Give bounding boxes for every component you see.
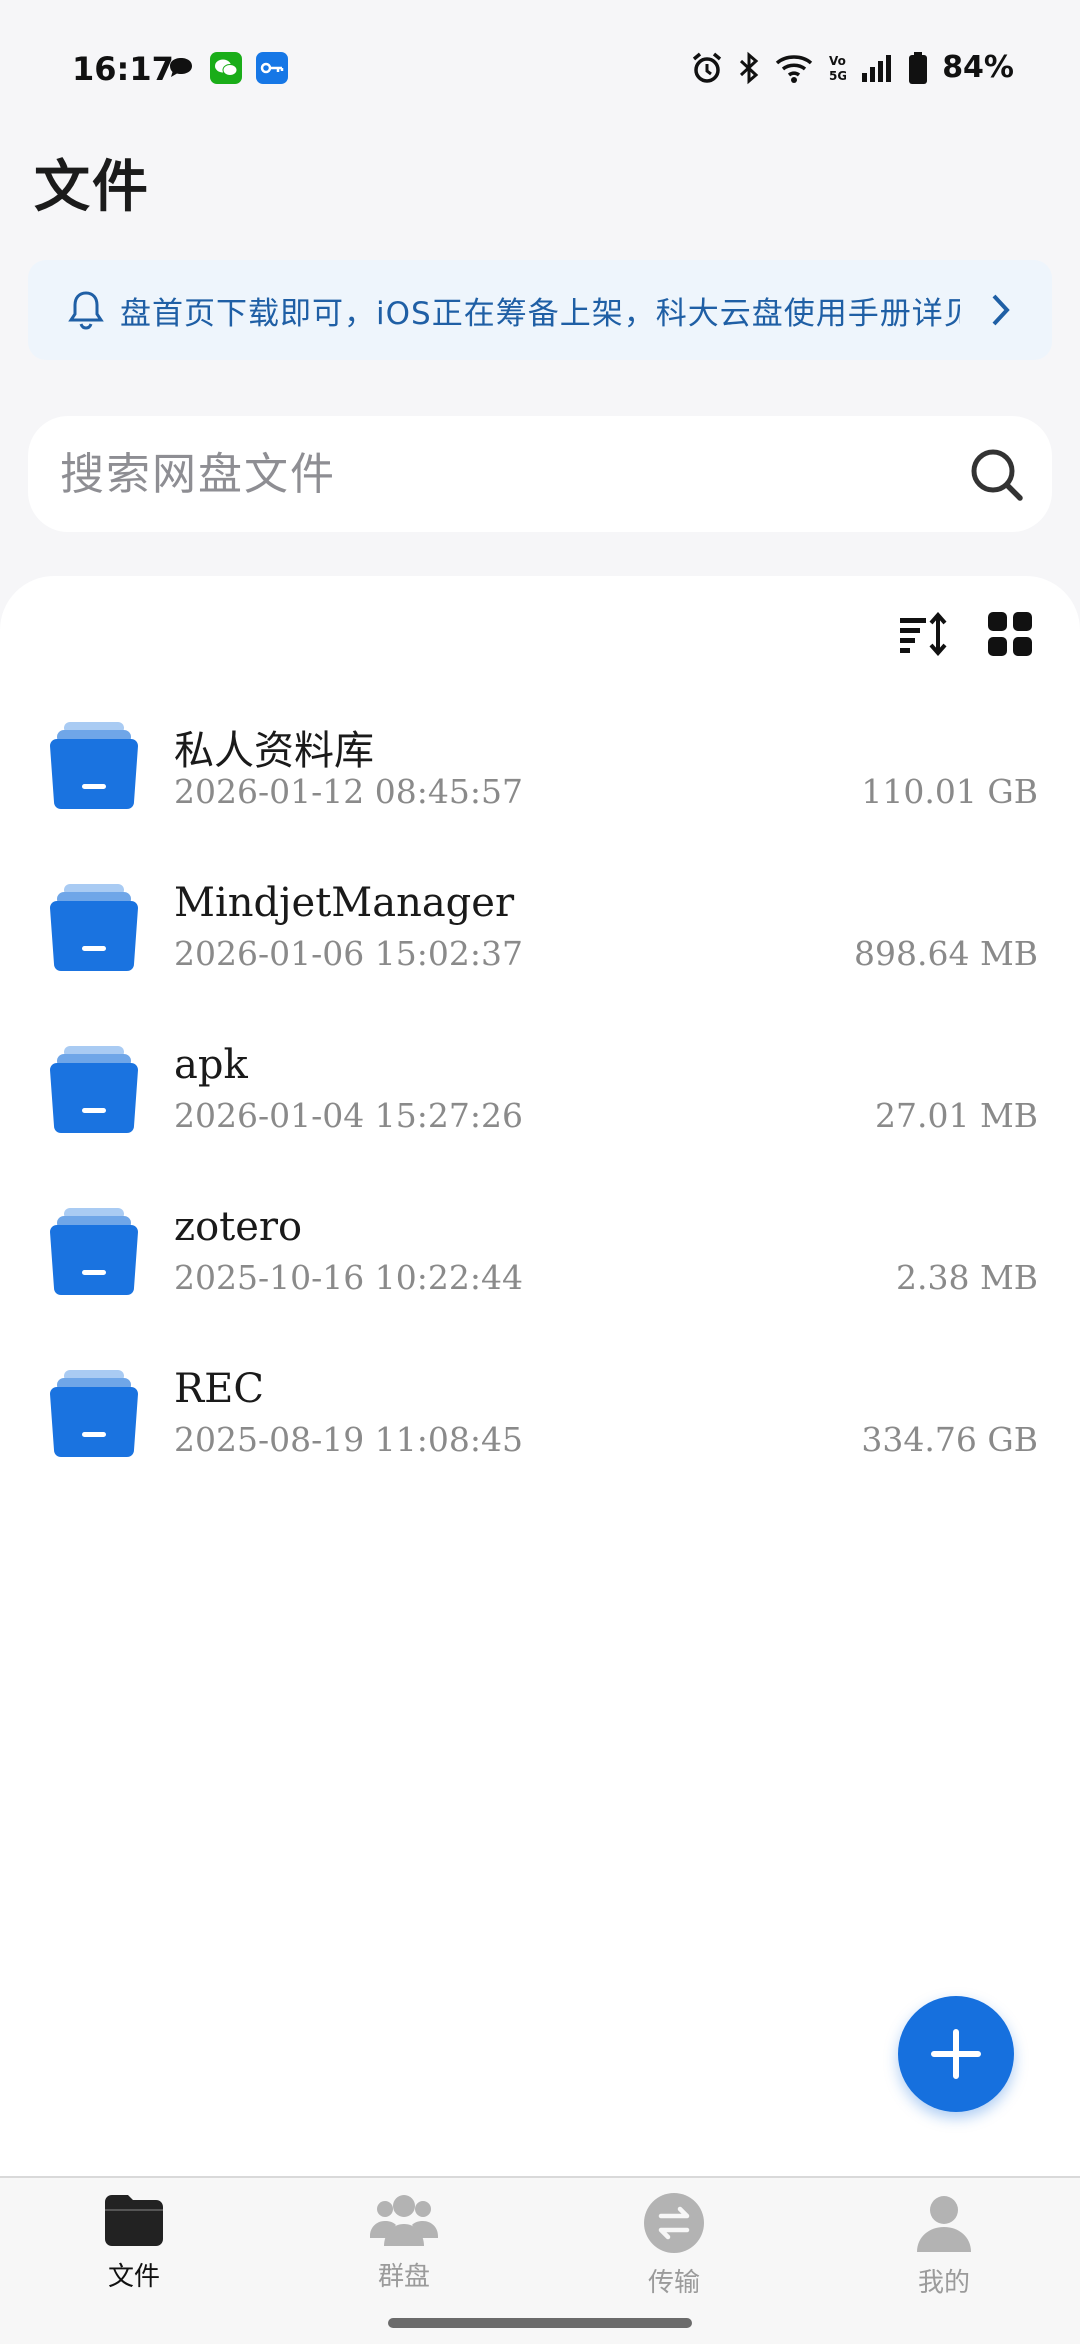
system-status-icons: Vo 5G 84% bbox=[690, 50, 1014, 85]
file-date: 2025-10-16 10:22:44 bbox=[174, 1258, 523, 1297]
chat-bubble-icon bbox=[170, 58, 192, 77]
file-date: 2026-01-06 15:02:37 bbox=[174, 934, 523, 973]
search-input[interactable] bbox=[60, 448, 940, 500]
file-name: MindjetManager bbox=[174, 880, 515, 926]
plus-icon bbox=[931, 2029, 981, 2079]
screen: 16:17 Vo 5G 84% 文件 盘首页下载即可，iOS正在筹备上架，科大云… bbox=[0, 0, 1080, 2344]
folder-filled-icon bbox=[105, 2195, 163, 2246]
sort-icon bbox=[900, 612, 947, 656]
folder-icon bbox=[50, 1208, 138, 1295]
group-icon bbox=[370, 2195, 438, 2246]
alarm-icon bbox=[693, 52, 722, 83]
folder-icon bbox=[50, 884, 138, 971]
file-row[interactable]: apk 2026-01-04 15:27:26 27.01 MB bbox=[0, 1030, 1080, 1192]
nav-item-files[interactable]: 文件 bbox=[34, 2192, 234, 2312]
nav-label-group-disk: 群盘 bbox=[377, 2262, 430, 2292]
file-name: zotero bbox=[174, 1204, 303, 1250]
nav-item-transfer[interactable]: 传输 bbox=[574, 2192, 774, 2312]
file-panel: 私人资料库 2026-01-12 08:45:57 110.01 GB Mind… bbox=[0, 576, 1080, 2176]
wifi-icon bbox=[776, 54, 813, 83]
file-row[interactable]: REC 2025-08-19 11:08:45 334.76 GB bbox=[0, 1354, 1080, 1516]
nav-label-files: 文件 bbox=[107, 2262, 160, 2292]
file-list: 私人资料库 2026-01-12 08:45:57 110.01 GB Mind… bbox=[0, 706, 1080, 1516]
file-size: 2.38 MB bbox=[895, 1258, 1038, 1297]
file-size: 110.01 GB bbox=[861, 772, 1038, 811]
status-bar: 16:17 Vo 5G 84% bbox=[0, 0, 1080, 130]
transfer-icon bbox=[644, 2193, 704, 2253]
volte-icon: Vo 5G bbox=[829, 54, 846, 83]
file-name: REC bbox=[174, 1366, 264, 1412]
chevron-right-icon[interactable] bbox=[990, 292, 1012, 328]
folder-icon bbox=[50, 1046, 138, 1133]
file-name: apk bbox=[174, 1042, 248, 1088]
notice-text: 盘首页下载即可，iOS正在筹备上架，科大云盘使用手册详见 bbox=[120, 295, 960, 332]
file-row[interactable]: zotero 2025-10-16 10:22:44 2.38 MB bbox=[0, 1192, 1080, 1354]
grid-view-icon bbox=[988, 612, 1032, 656]
page-title: 文件 bbox=[34, 155, 150, 220]
nav-item-mine[interactable]: 我的 bbox=[844, 2192, 1044, 2312]
svg-text:Vo: Vo bbox=[829, 54, 846, 68]
battery-icon bbox=[909, 51, 928, 84]
add-button[interactable] bbox=[898, 1996, 1014, 2112]
sort-button[interactable] bbox=[896, 606, 952, 662]
file-name: 私人资料库 bbox=[174, 728, 374, 774]
vpn-key-icon bbox=[256, 52, 288, 84]
nav-label-mine: 我的 bbox=[917, 2268, 970, 2298]
search-icon[interactable] bbox=[968, 446, 1026, 504]
wechat-icon bbox=[210, 52, 242, 84]
nav-label-transfer: 传输 bbox=[647, 2268, 700, 2298]
person-icon bbox=[917, 2196, 971, 2252]
file-row[interactable]: MindjetManager 2026-01-06 15:02:37 898.6… bbox=[0, 868, 1080, 1030]
notification-icons bbox=[166, 52, 288, 84]
search-bar[interactable] bbox=[28, 416, 1052, 532]
svg-text:5G: 5G bbox=[829, 69, 846, 83]
status-time: 16:17 bbox=[72, 50, 174, 88]
file-date: 2026-01-12 08:45:57 bbox=[174, 772, 523, 811]
file-size: 334.76 GB bbox=[861, 1420, 1038, 1459]
notice-banner[interactable]: 盘首页下载即可，iOS正在筹备上架，科大云盘使用手册详见 bbox=[28, 260, 1052, 360]
file-size: 898.64 MB bbox=[854, 934, 1038, 973]
battery-percent: 84% bbox=[942, 50, 1014, 85]
file-row[interactable]: 私人资料库 2026-01-12 08:45:57 110.01 GB bbox=[0, 706, 1080, 868]
file-date: 2025-08-19 11:08:45 bbox=[174, 1420, 523, 1459]
file-date: 2026-01-04 15:27:26 bbox=[174, 1096, 523, 1135]
grid-view-button[interactable] bbox=[982, 606, 1038, 662]
folder-icon bbox=[50, 1370, 138, 1457]
bell-icon bbox=[68, 291, 104, 330]
bluetooth-icon bbox=[740, 51, 759, 84]
folder-icon bbox=[50, 722, 138, 809]
home-indicator[interactable] bbox=[388, 2318, 692, 2328]
file-size: 27.01 MB bbox=[874, 1096, 1038, 1135]
signal-icon bbox=[862, 54, 892, 82]
nav-item-group-disk[interactable]: 群盘 bbox=[304, 2192, 504, 2312]
